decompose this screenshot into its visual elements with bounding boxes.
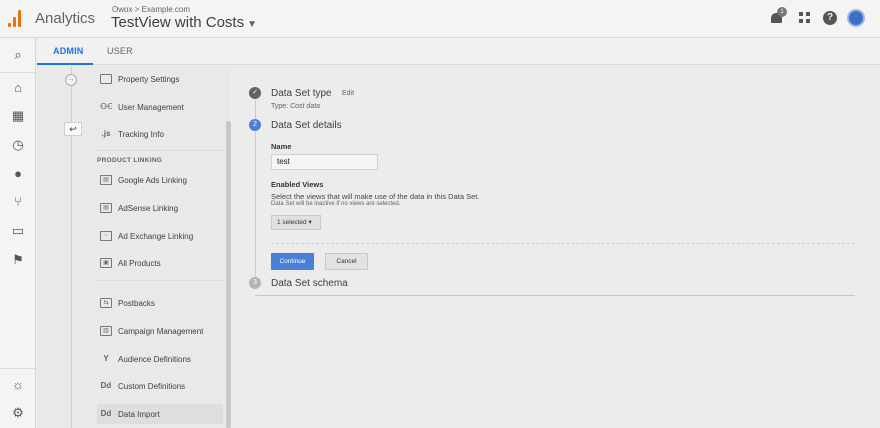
search-icon[interactable]: ⌕ (10, 47, 26, 63)
conversions-flag-icon[interactable]: ⚑ (10, 252, 26, 268)
sidebar-item-label: AdSense Linking (118, 204, 179, 213)
data-set-wizard: ✓ Data Set type Edit Type: Cost data 2 D… (231, 66, 880, 428)
left-nav-rail: ⌕ ⌂ ▦ ◷ ● ⑂ ▭ ⚑ ☼ ⚙ (0, 38, 36, 428)
name-label: Name (271, 142, 292, 151)
js-icon: .js (101, 129, 111, 138)
divider (97, 280, 223, 281)
sidebar-item-ad-exchange-linking[interactable]: ▫ Ad Exchange Linking (97, 226, 223, 246)
sidebar-item-label: User Management (118, 103, 184, 112)
view-selector[interactable]: TestView with Costs ▼ (111, 14, 257, 31)
sidebar-item-label: Ad Exchange Linking (118, 232, 194, 241)
apps-grid-icon[interactable] (797, 10, 813, 26)
caret-down-icon: ▼ (247, 19, 258, 30)
all-products-icon: ▣ (100, 258, 112, 268)
audience-person-icon[interactable]: ● (10, 166, 26, 182)
dd-icon: Dd (100, 381, 112, 390)
sidebar-item-label: All Products (118, 259, 161, 268)
step-title: Data Set schema (271, 278, 348, 289)
lightbulb-icon[interactable]: ☼ (10, 377, 26, 393)
sidebar-item-adsense-linking[interactable]: ▤ AdSense Linking (97, 198, 223, 218)
settings-gear-icon[interactable]: ⚙ (10, 405, 26, 421)
ads-icon: ▤ (100, 175, 112, 185)
views-select[interactable]: 1 selected ▾ (271, 215, 321, 230)
sidebar-item-label: Property Settings (118, 75, 180, 84)
sidebar-item-label: Data Import (118, 410, 160, 419)
sidebar-item-label: Google Ads Linking (118, 176, 187, 185)
sidebar-item-label: Tracking Info (118, 130, 164, 139)
property-column: → ↩ Property Settings ⚇⚇ User Management… (37, 66, 231, 428)
sidebar-item-label: Custom Definitions (118, 382, 186, 391)
top-bar: Analytics Owox > Example.com TestView wi… (0, 0, 880, 38)
name-input[interactable]: test (271, 154, 378, 170)
tab-admin-indicator (37, 63, 93, 65)
edit-link[interactable]: Edit (342, 90, 354, 97)
divider (255, 295, 855, 296)
adexchange-icon: ▫ (100, 231, 112, 241)
views-select-value: 1 selected (277, 219, 307, 226)
realtime-clock-icon[interactable]: ◷ (10, 137, 26, 153)
users-icon: ⚇⚇ (100, 102, 112, 111)
admin-tabs: ADMIN USER (37, 38, 880, 65)
sidebar-item-label: Campaign Management (118, 327, 204, 336)
arrow-right-icon[interactable]: → (65, 74, 77, 86)
divider (97, 150, 223, 151)
help-icon[interactable]: ? (823, 11, 837, 25)
sidebar-item-all-products[interactable]: ▣ All Products (97, 253, 223, 273)
views-note: Data Set will be inactive if no views ar… (271, 201, 401, 207)
cancel-button[interactable]: Cancel (325, 253, 368, 270)
sidebar-item-user-management[interactable]: ⚇⚇ User Management (97, 97, 223, 117)
home-icon[interactable]: ⌂ (10, 80, 26, 96)
campaign-icon: ▥ (100, 326, 112, 336)
sidebar-item-tracking-info[interactable]: .js Tracking Info (97, 124, 223, 144)
adsense-icon: ▤ (100, 203, 112, 213)
tab-user[interactable]: USER (107, 46, 133, 56)
step-title: Data Set type (271, 88, 332, 99)
sidebar-item-google-ads-linking[interactable]: ▤ Google Ads Linking (97, 170, 223, 190)
step-number-badge: 3 (249, 277, 261, 289)
views-description: Select the views that will make use of t… (271, 192, 480, 201)
acquisition-icon[interactable]: ⑂ (10, 194, 26, 210)
step-summary: Type: Cost data (271, 103, 321, 110)
customization-icon[interactable]: ▦ (10, 108, 26, 124)
caret-down-icon: ▾ (308, 219, 312, 226)
sidebar-item-audience-definitions[interactable]: Y Audience Definitions (97, 349, 223, 369)
tab-admin[interactable]: ADMIN (53, 46, 84, 56)
sidebar-item-property-settings[interactable]: Property Settings (97, 69, 223, 89)
check-icon: ✓ (249, 87, 261, 99)
section-title-product-linking: PRODUCT LINKING (97, 157, 163, 164)
analytics-logo-icon[interactable] (8, 9, 22, 27)
step-title: Data Set details (271, 120, 342, 131)
sidebar-item-label: Audience Definitions (118, 355, 191, 364)
view-name: TestView with Costs (111, 14, 245, 31)
breadcrumb[interactable]: Owox > Example.com (112, 5, 190, 14)
divider (271, 243, 855, 244)
sidebar-item-postbacks[interactable]: ⇆ Postbacks (97, 293, 223, 313)
audience-icon: Y (103, 354, 109, 363)
app-name: Analytics (35, 10, 96, 27)
notification-badge: 1 (777, 7, 787, 17)
avatar[interactable] (847, 9, 865, 27)
step-number-badge: 2 (249, 119, 261, 131)
enabled-views-label: Enabled Views (271, 180, 324, 189)
column-divider (71, 66, 72, 428)
notifications-bell-icon[interactable]: 1 (769, 7, 787, 26)
sidebar-item-data-import[interactable]: Dd Data Import (97, 404, 223, 424)
sidebar-item-campaign-management[interactable]: ▥ Campaign Management (97, 321, 223, 341)
behavior-icon[interactable]: ▭ (10, 223, 26, 239)
sidebar-item-label: Postbacks (118, 299, 155, 308)
sidebar-item-custom-definitions[interactable]: Dd Custom Definitions (97, 376, 223, 396)
back-arrow-icon[interactable]: ↩ (64, 122, 82, 136)
property-settings-icon (100, 74, 112, 84)
dd-icon: Dd (100, 409, 112, 418)
continue-button[interactable]: Continue (271, 253, 314, 270)
postbacks-icon: ⇆ (100, 298, 112, 308)
